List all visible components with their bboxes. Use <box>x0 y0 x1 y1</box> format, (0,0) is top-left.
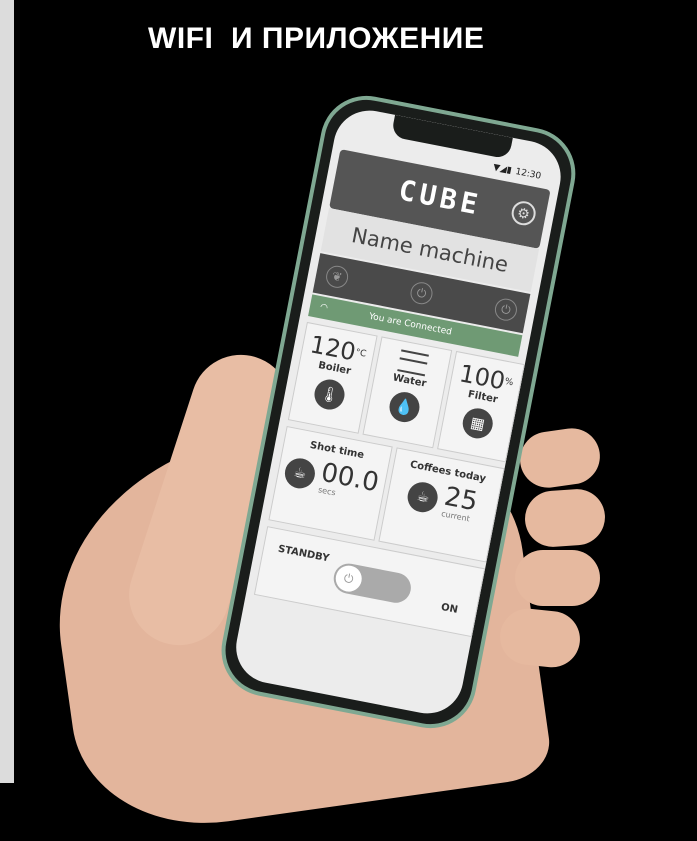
power-icon[interactable]: ⏻ <box>493 296 519 323</box>
water-drop-icon: 💧 <box>386 389 423 425</box>
shot-time-card[interactable]: Shot time ☕ 00.0 secs <box>268 425 393 541</box>
water-card[interactable]: Water 💧 <box>362 336 453 449</box>
standby-label: STANDBY <box>277 543 331 565</box>
hand-finger <box>515 550 600 606</box>
hand-finger <box>516 424 604 492</box>
coffee-cup-icon: ☕ <box>405 479 441 515</box>
filter-unit: % <box>503 376 515 389</box>
status-bar: ▼◢▮ 12:30 <box>492 163 542 182</box>
on-label: ON <box>440 601 459 616</box>
phone-notch <box>390 114 513 160</box>
hand-finger <box>523 487 607 549</box>
filter-card[interactable]: 100% Filter ▦ <box>437 350 525 463</box>
filter-grid-icon: ▦ <box>460 405 496 441</box>
power-toggle[interactable]: ⏻ <box>331 561 414 606</box>
power-icon[interactable]: ⏻ <box>408 280 435 307</box>
coffee-cup-icon: ☕ <box>282 455 318 491</box>
signal-icon: ▼◢▮ <box>492 162 513 177</box>
thermometer-icon: 🌡 <box>311 376 348 413</box>
leaf-icon[interactable]: ❦ <box>324 263 350 290</box>
page-heading: WIFI И ПРИЛОЖЕНИЕ <box>148 22 485 55</box>
water-level-icon <box>397 349 429 377</box>
boiler-card[interactable]: 120°C Boiler 🌡 <box>287 321 378 434</box>
boiler-unit: °C <box>354 347 368 360</box>
status-time: 12:30 <box>514 167 542 182</box>
coffees-today-card[interactable]: Coffees today ☕ 25 current <box>378 447 505 563</box>
left-border-stripe <box>0 0 14 783</box>
wifi-icon: ◠ <box>319 302 329 314</box>
power-icon: ⏻ <box>333 563 364 594</box>
